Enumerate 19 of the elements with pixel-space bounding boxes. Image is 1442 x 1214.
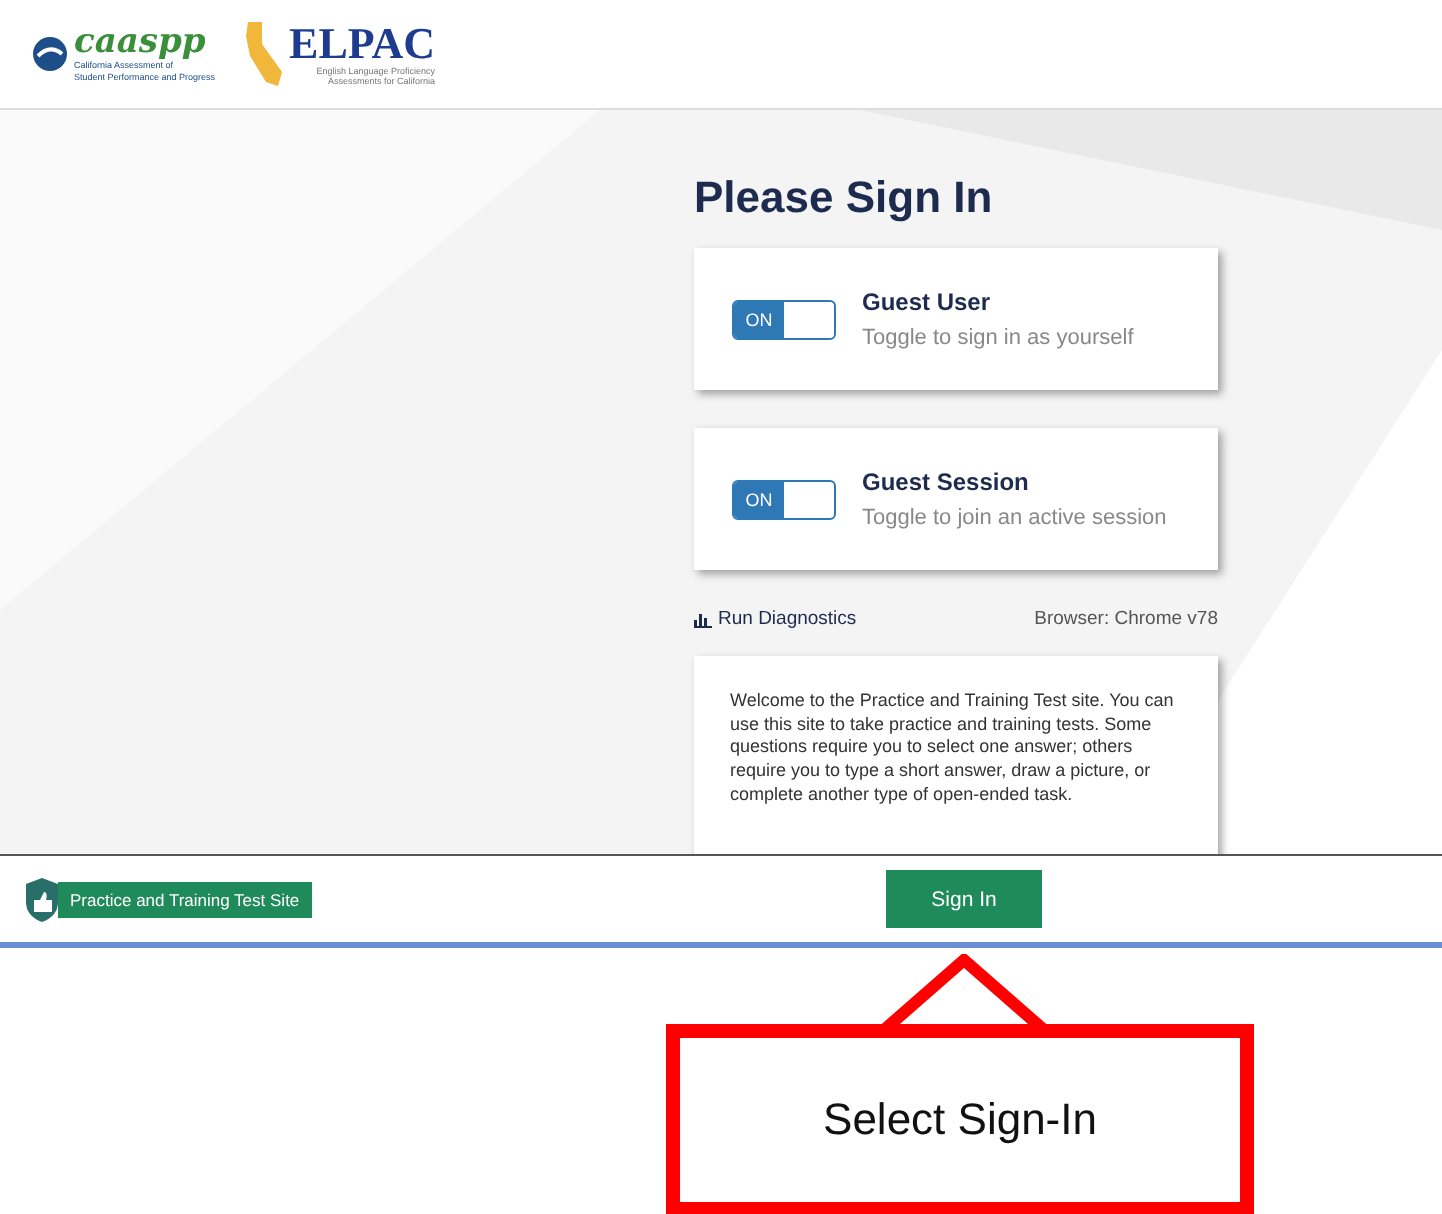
run-diagnostics-link[interactable]: Run Diagnostics bbox=[694, 608, 857, 630]
toggle-switch[interactable]: ON bbox=[732, 479, 836, 519]
option-title: Guest User bbox=[862, 288, 993, 316]
option-description: Toggle to join an active session bbox=[862, 506, 1167, 530]
thumbs-up-shield-icon bbox=[20, 877, 64, 921]
logo-wordmark: ELPAC bbox=[289, 21, 435, 66]
callout-box: Select Sign-In bbox=[666, 1024, 1254, 1214]
toggle-switch[interactable]: ON bbox=[732, 299, 836, 339]
option-description: Toggle to sign in as yourself bbox=[862, 326, 1134, 350]
page-title: Please Sign In bbox=[694, 172, 995, 224]
globe-icon bbox=[32, 36, 68, 72]
option-title: Guest Session bbox=[862, 468, 1031, 496]
sign-in-button[interactable]: Sign In bbox=[886, 870, 1042, 928]
state-map-icon bbox=[243, 20, 284, 88]
logo-wordmark: caaspp bbox=[74, 26, 208, 61]
browser-version: Browser: Chrome v78 bbox=[1034, 608, 1218, 630]
welcome-text: Welcome to the Practice and Training Test site. You can use this site to take practice and training tests. Some questions require you to select one answer; others require you to type a short answer, draw a picture, or complete another type of open-ended task. bbox=[694, 656, 1218, 854]
bar-chart-icon bbox=[694, 611, 712, 627]
site-name-badge: Practice and Training Test Site bbox=[58, 881, 312, 917]
